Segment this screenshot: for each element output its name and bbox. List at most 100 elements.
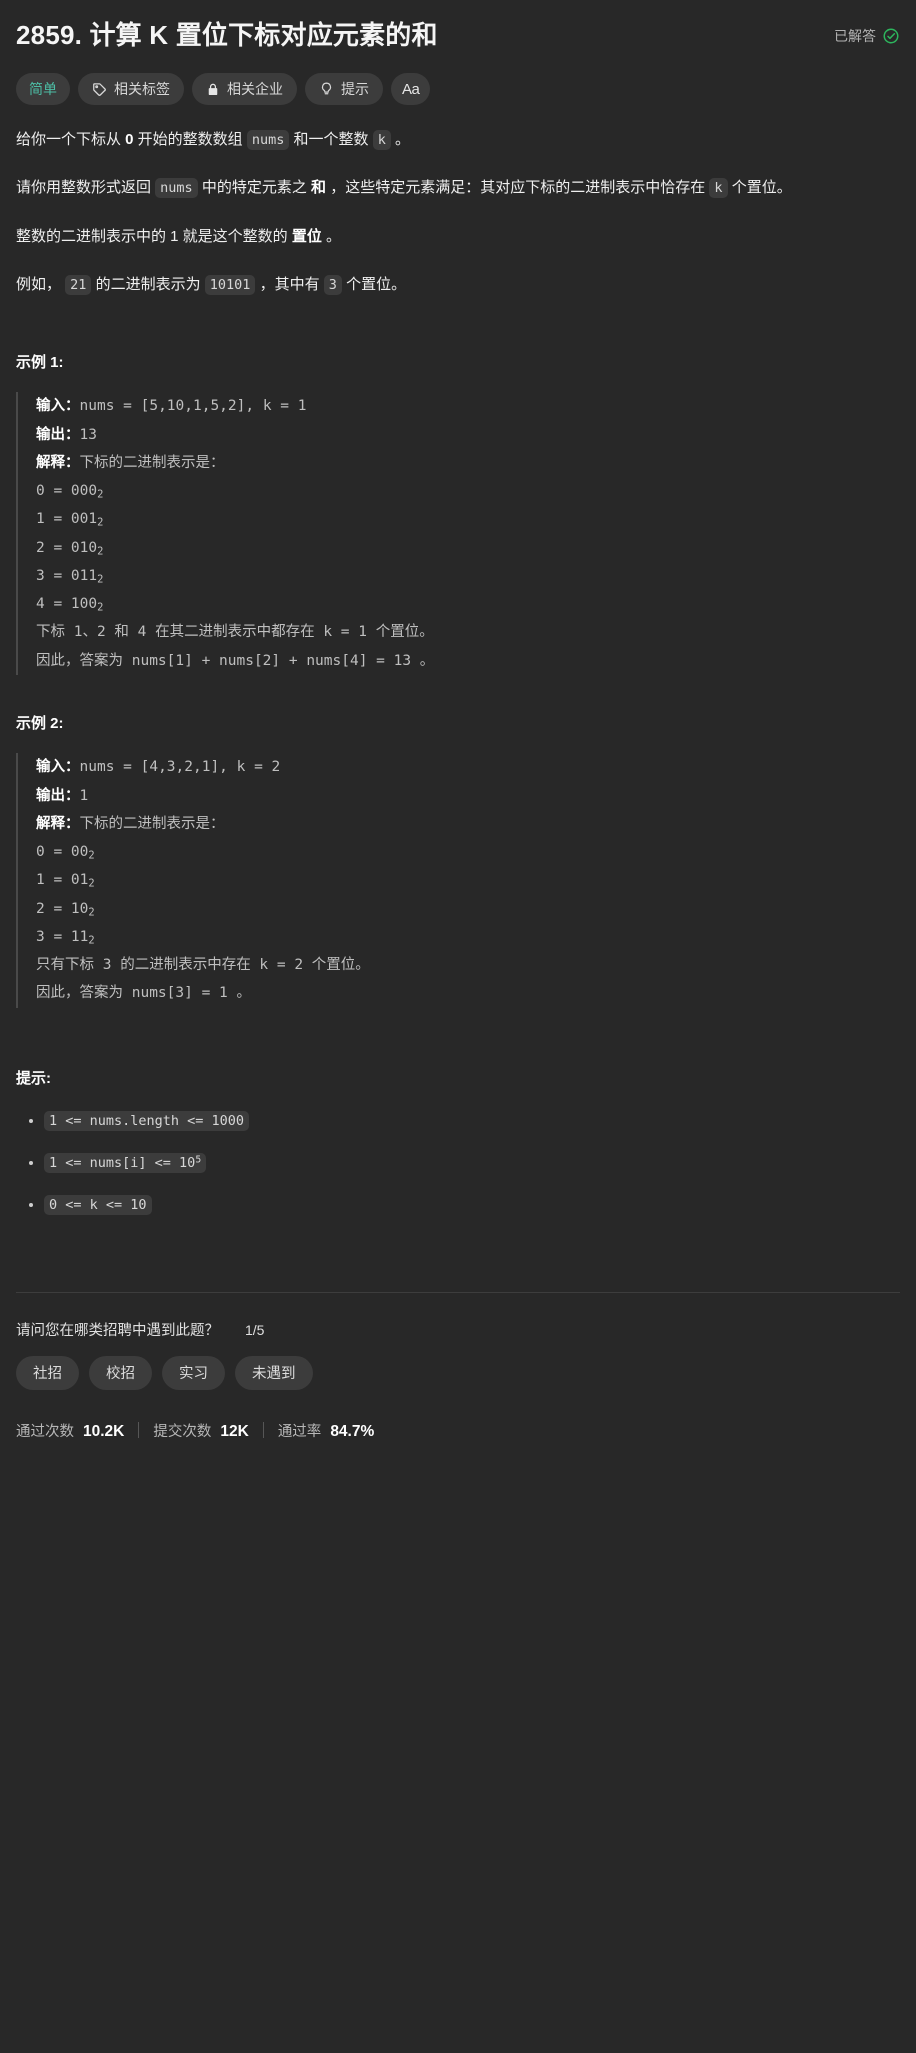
font-size-icon: Aa	[402, 80, 420, 98]
description-paragraph-4: 例如， 21 的二进制表示为 10101 ，其中有 3 个置位。	[16, 272, 900, 298]
example-2-output-label: 输出：	[36, 787, 80, 804]
survey-question: 请问您在哪类招聘中遇到此题？	[16, 1322, 219, 1339]
example-2-binary-3-sub: 2	[88, 934, 95, 947]
constraint-text-0: 1 <= nums.length <= 1000	[49, 1112, 245, 1129]
desc-p1-code-nums: nums	[246, 130, 290, 151]
example-2-title: 示例 2:	[16, 715, 64, 732]
example-1-content: 输入：nums = [5,10,1,5,2], k = 1 输出：13 解释：下…	[36, 392, 900, 675]
example-2-explain-tail-0: 只有下标 3 的二进制表示中存在 k = 2 个置位。	[36, 957, 370, 974]
constraints-list: 1 <= nums.length <= 1000 1 <= nums[i] <=…	[16, 1106, 900, 1220]
survey-option-xiaozhao[interactable]: 校招	[89, 1355, 152, 1390]
stats-bar: 通过次数 10.2K 提交次数 12K 通过率 84.7%	[16, 1420, 900, 1459]
example-2-binary-0-sub: 2	[88, 849, 95, 862]
example-2-output-value: 1	[79, 787, 89, 804]
example-1-input-label: 输入：	[36, 398, 80, 415]
survey-option-weiyudao[interactable]: 未遇到	[235, 1355, 313, 1390]
desc-p4-t3: ，其中有	[255, 275, 324, 293]
desc-p2-t3: ，这些特定元素满足：其对应下标的二进制表示中恰存在	[326, 179, 710, 197]
example-2-explain-tail-1: 因此，答案为 nums[3] = 1 。	[36, 985, 251, 1002]
example-2-binary-1: 1 = 01	[36, 872, 89, 889]
constraint-text-1: 1 <= nums[i] <= 10	[49, 1154, 196, 1171]
hints-label: 提示	[341, 81, 369, 98]
lightbulb-icon	[319, 81, 334, 97]
problem-description: 给你一个下标从 0 开始的整数数组 nums 和一个整数 k 。 请你用整数形式…	[16, 127, 900, 1220]
tag-row: 简单 相关标签 相关企业 提示 Aa	[16, 73, 900, 106]
survey-option-shezhao[interactable]: 社招	[16, 1355, 79, 1390]
title-row: 2859. 计算 K 置位下标对应元素的和 已解答	[16, 0, 900, 57]
desc-p2-code-k: k	[709, 178, 728, 199]
survey-section: 请问您在哪类招聘中遇到此题？ 1/5 社招 校招 实习 未遇到	[16, 1319, 900, 1390]
example-1-binary-2-sub: 2	[97, 544, 104, 557]
desc-p2-t4: 个置位。	[727, 179, 792, 197]
constraint-item: 1 <= nums.length <= 1000	[44, 1106, 900, 1136]
desc-p1-t3: 和一个整数	[289, 131, 373, 149]
constraint-sup-1: 5	[195, 1154, 202, 1166]
description-paragraph-3: 整数的二进制表示中的 1 就是这个整数的 置位 。	[16, 224, 900, 250]
constraint-item: 1 <= nums[i] <= 105	[44, 1148, 900, 1178]
constraint-item: 0 <= k <= 10	[44, 1190, 900, 1220]
related-companies-pill[interactable]: 相关企业	[192, 73, 297, 106]
tag-icon	[92, 82, 107, 97]
example-1-input-value: nums = [5,10,1,5,2], k = 1	[79, 398, 307, 415]
desc-p3-t2: 。	[321, 227, 342, 245]
constraint-code-0: 1 <= nums.length <= 1000	[44, 1110, 250, 1131]
desc-p3-b1: 置位	[291, 227, 322, 245]
desc-p4-t2: 的二进制表示为	[91, 275, 205, 293]
difficulty-easy-pill[interactable]: 简单	[16, 73, 70, 106]
example-1-explain-tail-1: 因此，答案为 nums[1] + nums[2] + nums[4] = 13 …	[36, 652, 435, 669]
hints-pill[interactable]: 提示	[305, 73, 383, 106]
example-1-binary-4-sub: 2	[97, 601, 104, 614]
example-1-binary-1: 1 = 001	[36, 511, 98, 528]
example-1-binary-0-sub: 2	[97, 488, 104, 501]
related-topics-label: 相关标签	[114, 81, 170, 98]
solved-badge: 已解答	[834, 26, 900, 46]
stat-acceptance-rate-label: 通过率	[277, 1423, 322, 1440]
example-2-input-value: nums = [4,3,2,1], k = 2	[79, 759, 281, 776]
desc-p4-code-21: 21	[65, 274, 92, 295]
example-2-block: 输入：nums = [4,3,2,1], k = 2 输出：1 解释：下标的二进…	[16, 753, 900, 1008]
font-size-pill[interactable]: Aa	[391, 73, 431, 106]
related-topics-pill[interactable]: 相关标签	[78, 73, 184, 106]
example-2-explain-intro: 下标的二进制表示是：	[79, 815, 225, 832]
desc-p2-b1: 和	[311, 179, 327, 197]
desc-p2-code-nums: nums	[155, 178, 198, 199]
example-2-binary-2: 2 = 10	[36, 900, 89, 917]
circle-check-icon	[882, 27, 900, 45]
stat-submissions-label: 提交次数	[153, 1423, 212, 1440]
description-paragraph-1: 给你一个下标从 0 开始的整数数组 nums 和一个整数 k 。	[16, 127, 900, 153]
example-1-binary-2: 2 = 010	[36, 539, 98, 556]
example-1-binary-3: 3 = 011	[36, 567, 98, 584]
example-2-binary-1-sub: 2	[88, 877, 95, 890]
constraint-code-2: 0 <= k <= 10	[44, 1194, 152, 1215]
footer-divider	[16, 1291, 900, 1293]
stat-submissions[interactable]: 提交次数 12K	[153, 1420, 248, 1441]
lock-icon	[206, 82, 220, 97]
example-2-content: 输入：nums = [4,3,2,1], k = 2 输出：1 解释：下标的二进…	[36, 753, 900, 1007]
survey-options: 社招 校招 实习 未遇到	[16, 1355, 900, 1390]
desc-p1-code-k: k	[372, 130, 391, 151]
related-companies-label: 相关企业	[227, 81, 283, 98]
desc-p1-t4: 。	[390, 131, 411, 149]
stat-submissions-value: 12K	[220, 1422, 249, 1440]
desc-p1-t1: 给你一个下标从	[16, 131, 126, 149]
example-1-binary-4: 4 = 100	[36, 596, 98, 613]
constraint-code-1: 1 <= nums[i] <= 105	[44, 1152, 207, 1173]
stat-acceptance-rate-value: 84.7%	[330, 1422, 375, 1440]
desc-p2-t1: 请你用整数形式返回	[16, 179, 156, 197]
stat-accepted-value: 10.2K	[83, 1422, 125, 1440]
solved-label: 已解答	[834, 27, 876, 44]
desc-p3-t1: 整数的二进制表示中的 1 就是这个整数的	[16, 227, 292, 245]
survey-option-shixi[interactable]: 实习	[162, 1355, 225, 1390]
constraint-text-2: 0 <= k <= 10	[49, 1196, 147, 1213]
example-1-binary-1-sub: 2	[97, 516, 104, 529]
stat-acceptance-rate[interactable]: 通过率 84.7%	[278, 1420, 374, 1441]
stat-separator	[262, 1422, 264, 1439]
difficulty-easy-label: 简单	[29, 81, 57, 98]
example-2-explain-label: 解释：	[36, 815, 80, 832]
desc-p4-t1: 例如，	[16, 275, 66, 293]
example-2-input-label: 输入：	[36, 759, 80, 776]
example-1-binary-3-sub: 2	[97, 573, 104, 586]
example-2-binary-2-sub: 2	[88, 905, 95, 918]
example-1-output-label: 输出：	[36, 426, 80, 443]
stat-accepted[interactable]: 通过次数 10.2K	[16, 1420, 124, 1441]
